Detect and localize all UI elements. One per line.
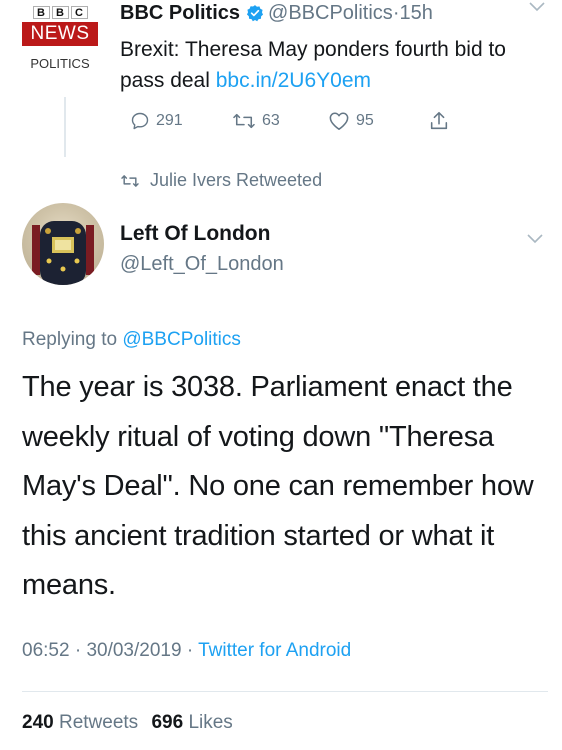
bbc-politics-avatar[interactable]: B B C NEWS POLITICS — [22, 6, 98, 71]
quoted-tweet-header: BBC Politics @BBCPolitics·15h — [120, 0, 433, 29]
retweet-icon — [233, 113, 255, 129]
retweets-count: 240 — [22, 712, 54, 733]
meta-separator-2: · — [186, 640, 194, 661]
replying-mention[interactable]: @BBCPolitics — [122, 329, 241, 350]
reply-button[interactable]: 291 — [130, 111, 183, 131]
retweets-stat[interactable]: 240 Retweets — [22, 712, 138, 733]
tweet-meta: 06:52 · 30/03/2019 · Twitter for Android — [22, 640, 351, 662]
like-icon — [329, 112, 349, 130]
thread-connector-line — [64, 97, 66, 157]
bbc-politics-label: POLITICS — [30, 56, 90, 71]
author-avatar[interactable] — [22, 203, 104, 285]
like-button[interactable]: 95 — [328, 111, 374, 131]
tweet-source[interactable]: Twitter for Android — [198, 640, 351, 661]
chevron-down-icon[interactable] — [528, 0, 546, 19]
bbc-block-1: B — [32, 6, 50, 19]
reply-icon — [131, 112, 149, 130]
bbc-block-3: C — [70, 6, 88, 19]
author-handle[interactable]: @Left_Of_London — [120, 253, 284, 276]
retweet-notice-text: Julie Ivers Retweeted — [150, 170, 323, 190]
reply-count: 291 — [156, 112, 183, 129]
replying-prefix: Replying to — [22, 329, 118, 350]
bbc-logo-blocks: B B C — [22, 6, 98, 19]
replying-to: Replying to @BBCPolitics — [22, 329, 241, 351]
chevron-down-icon[interactable] — [526, 232, 544, 251]
quoted-tweet-time[interactable]: 15h — [399, 2, 432, 24]
tweet-text: The year is 3038. Parliament enact the w… — [22, 371, 534, 601]
retweet-notice[interactable]: Julie Ivers Retweeted — [120, 170, 322, 191]
retweets-label: Retweets — [58, 712, 139, 733]
likes-stat[interactable]: 696 Likes — [151, 712, 232, 733]
quoted-author-handle[interactable]: @BBCPolitics — [268, 2, 393, 24]
retweet-button[interactable]: 63 — [232, 111, 280, 131]
tweet-time[interactable]: 06:52 — [22, 640, 70, 661]
tweet-stats: 240 Retweets 696 Likes — [22, 712, 233, 734]
verified-badge-icon — [246, 3, 264, 29]
likes-count: 696 — [151, 712, 184, 733]
share-icon — [430, 111, 448, 130]
author-name[interactable]: Left Of London — [120, 222, 270, 246]
retweet-small-icon — [121, 174, 139, 187]
retweet-count: 63 — [262, 112, 280, 129]
bbc-news-bar: NEWS — [22, 22, 98, 46]
likes-label: Likes — [188, 712, 233, 733]
bbc-block-2: B — [51, 6, 69, 19]
quoted-tweet-text: Brexit: Theresa May ponders fourth bid t… — [120, 34, 550, 96]
tweet-date[interactable]: 30/03/2019 — [86, 640, 181, 661]
meta-separator-1: · — [74, 640, 82, 661]
share-button[interactable] — [428, 110, 450, 132]
quoted-author-name[interactable]: BBC Politics — [120, 2, 240, 24]
quoted-tweet-link[interactable]: bbc.in/2U6Y0em — [216, 69, 371, 92]
divider — [22, 691, 548, 692]
like-count: 95 — [356, 112, 374, 129]
